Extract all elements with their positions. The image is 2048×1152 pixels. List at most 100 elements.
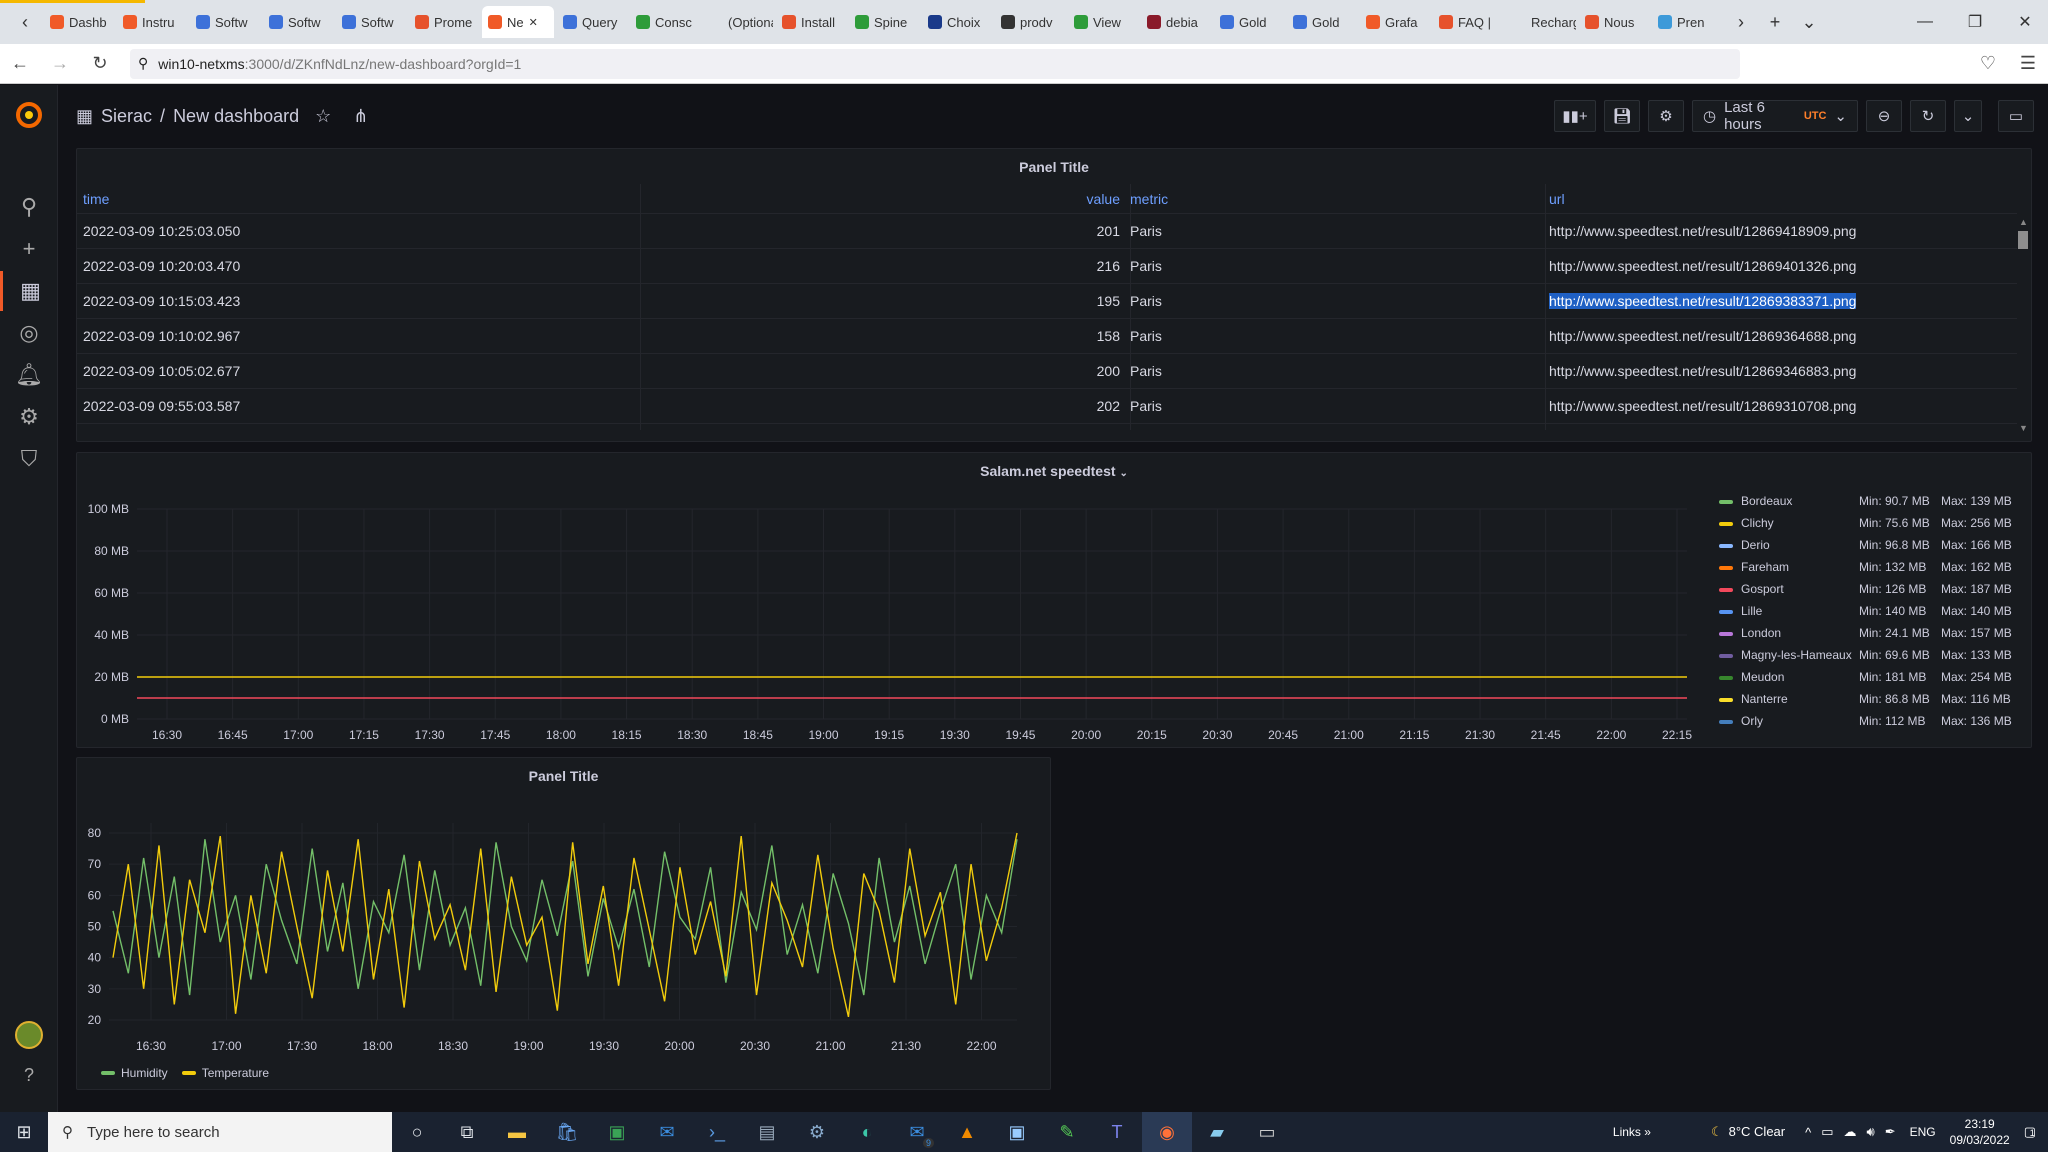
legend-item[interactable]: Magny-les-Hameaux Min: 69.6 MB Max: 133 MB: [1719, 645, 2019, 667]
new-tab-icon[interactable]: +: [1760, 12, 1790, 33]
browser-tab[interactable]: Softw: [336, 6, 406, 38]
browser-tab[interactable]: Query: [557, 6, 627, 38]
volume-icon[interactable]: 🔊︎: [1867, 1124, 1875, 1140]
column-header-value[interactable]: value: [1010, 184, 1120, 213]
file-explorer-icon[interactable]: ▬: [492, 1112, 542, 1152]
server-admin-shield-icon[interactable]: ⛉: [0, 439, 58, 479]
reload-icon[interactable]: ↻: [80, 53, 120, 74]
tray-chevron-icon[interactable]: ^: [1805, 1125, 1811, 1140]
table-row[interactable]: 2022-03-09 09:55:03.587 202 Paris http://ww…: [77, 389, 2017, 424]
clock[interactable]: 23:19 09/03/2022: [1950, 1116, 2010, 1148]
time-picker-button[interactable]: ◷ Last 6 hours UTC ⌄: [1692, 99, 1858, 133]
notes-icon[interactable]: ▰: [1192, 1112, 1242, 1152]
column-header-url[interactable]: url: [1549, 184, 1565, 213]
notifications-icon[interactable]: ▢ 1: [2024, 1124, 2036, 1140]
vlc-icon[interactable]: ▲: [942, 1112, 992, 1152]
help-icon[interactable]: ?: [0, 1055, 58, 1095]
excel-icon[interactable]: ▣: [592, 1112, 642, 1152]
star-icon[interactable]: ☆: [315, 106, 331, 127]
legend-item[interactable]: Orly Min: 112 MB Max: 136 MB: [1719, 711, 2019, 733]
windows-start-icon[interactable]: ⊞: [0, 1112, 48, 1152]
document-icon[interactable]: ▤: [742, 1112, 792, 1152]
tv-mode-button[interactable]: ▭: [1998, 100, 2034, 132]
browser-tab[interactable]: Gold: [1287, 6, 1357, 38]
teams-icon[interactable]: T: [1092, 1112, 1142, 1152]
browser-tab[interactable]: View: [1068, 6, 1138, 38]
table-row[interactable]: 2022-03-09 10:05:02.677 200 Paris http://ww…: [77, 354, 2017, 389]
cortana-icon[interactable]: ○: [392, 1112, 442, 1152]
browser-tab[interactable]: debia: [1141, 6, 1211, 38]
close-tab-icon[interactable]: ✕: [529, 16, 538, 29]
table-row[interactable]: 2022-03-09 10:10:02.967 158 Paris http://ww…: [77, 319, 2017, 354]
tab-scroll-left-icon[interactable]: ‹: [10, 12, 40, 33]
terminal-icon[interactable]: ▭: [1242, 1112, 1292, 1152]
forward-icon[interactable]: →: [40, 53, 80, 74]
scroll-down-icon[interactable]: ▼: [2019, 423, 2028, 433]
browser-tab[interactable]: prodv: [995, 6, 1065, 38]
legend-item[interactable]: Gosport Min: 126 MB Max: 187 MB: [1719, 579, 2019, 601]
browser-tab[interactable]: Ne ✕: [482, 6, 554, 38]
store-icon[interactable]: 🛍︎: [542, 1112, 592, 1152]
edge-icon[interactable]: ◐: [842, 1112, 892, 1152]
legend-item[interactable]: Nanterre Min: 86.8 MB Max: 116 MB: [1719, 689, 2019, 711]
powershell-icon[interactable]: ›_: [692, 1112, 742, 1152]
alerting-bell-icon[interactable]: 🔔︎: [0, 355, 58, 395]
column-header-time[interactable]: time: [83, 184, 109, 213]
legend-item[interactable]: Fareham Min: 132 MB Max: 162 MB: [1719, 557, 2019, 579]
outlook-icon[interactable]: ✉: [642, 1112, 692, 1152]
configuration-gear-icon[interactable]: ⚙: [0, 397, 58, 437]
legend-item-temperature[interactable]: Temperature: [181, 1066, 269, 1080]
scroll-up-icon[interactable]: ▲: [2019, 217, 2028, 227]
back-icon[interactable]: ←: [0, 53, 40, 74]
browser-tab[interactable]: Prome: [409, 6, 479, 38]
app-window-icon[interactable]: ▣: [992, 1112, 1042, 1152]
save-dashboard-button[interactable]: 💾︎: [1604, 100, 1640, 132]
zoom-out-button[interactable]: ⊖: [1866, 100, 1902, 132]
add-panel-button[interactable]: ▮▮+: [1554, 100, 1596, 132]
browser-tab[interactable]: FAQ |: [1433, 6, 1503, 38]
dashboard-settings-button[interactable]: ⚙: [1648, 100, 1684, 132]
network-tool-icon[interactable]: ⚙: [792, 1112, 842, 1152]
network-icon[interactable]: ▭: [1821, 1124, 1833, 1140]
legend-item[interactable]: Derio Min: 96.8 MB Max: 166 MB: [1719, 535, 2019, 557]
browser-tab[interactable]: Pren: [1652, 6, 1722, 38]
legend-item[interactable]: Clichy Min: 75.6 MB Max: 256 MB: [1719, 513, 2019, 535]
browser-tab[interactable]: (Optional: [703, 6, 773, 38]
folder-link[interactable]: Sierac: [101, 106, 152, 127]
legend-item[interactable]: Bordeaux Min: 90.7 MB Max: 139 MB: [1719, 491, 2019, 513]
cloud-icon[interactable]: ☁: [1844, 1124, 1857, 1140]
browser-tab[interactable]: Choix: [922, 6, 992, 38]
weather-widget[interactable]: ☾ 8°C Clear: [1711, 1124, 1785, 1140]
legend-item[interactable]: Lille Min: 140 MB Max: 140 MB: [1719, 601, 2019, 623]
close-window-icon[interactable]: ✕: [2002, 12, 2048, 32]
refresh-interval-button[interactable]: ⌄: [1954, 100, 1982, 132]
share-icon[interactable]: ⋔: [353, 106, 368, 127]
browser-tab[interactable]: Instru: [117, 6, 187, 38]
create-plus-icon[interactable]: +: [0, 229, 58, 269]
search-icon[interactable]: ⚲: [0, 187, 58, 227]
outlook-mail-icon[interactable]: ✉ 9: [892, 1112, 942, 1152]
browser-tab[interactable]: Softw: [263, 6, 333, 38]
column-header-metric[interactable]: metric: [1130, 184, 1168, 213]
legend-item-humidity[interactable]: Humidity: [101, 1066, 168, 1080]
speedtest-graph[interactable]: 0 MB 20 MB 40 MB 60 MB 80 MB 100 MB 16:30 16:45…: [77, 477, 1709, 747]
dashboard-title[interactable]: New dashboard: [173, 106, 299, 127]
notepad-icon[interactable]: ✎: [1042, 1112, 1092, 1152]
dashboards-icon[interactable]: ▦: [0, 271, 58, 311]
legend-item[interactable]: Meudon Min: 181 MB Max: 254 MB: [1719, 667, 2019, 689]
table-scrollbar[interactable]: ▲ ▼: [2017, 217, 2029, 433]
grafana-logo-icon[interactable]: [0, 95, 58, 135]
browser-tab[interactable]: Grafa: [1360, 6, 1430, 38]
explore-compass-icon[interactable]: ◎: [0, 313, 58, 353]
table-row[interactable]: 2022-03-09 10:20:03.470 216 Paris http://ww…: [77, 249, 2017, 284]
browser-tab[interactable]: Gold: [1214, 6, 1284, 38]
task-view-icon[interactable]: ⧉: [442, 1112, 492, 1152]
browser-tab[interactable]: Consc: [630, 6, 700, 38]
minimize-window-icon[interactable]: —: [1902, 13, 1948, 31]
table-panel-title[interactable]: Panel Title: [77, 159, 2031, 175]
table-row[interactable]: 2022-03-09 10:25:03.050 201 Paris http://ww…: [77, 214, 2017, 249]
links-toolbar[interactable]: Links »: [1613, 1125, 1651, 1139]
taskbar-search-box[interactable]: ⚲ Type here to search: [48, 1112, 392, 1152]
browser-tab[interactable]: Install: [776, 6, 846, 38]
browser-tab[interactable]: Nous: [1579, 6, 1649, 38]
